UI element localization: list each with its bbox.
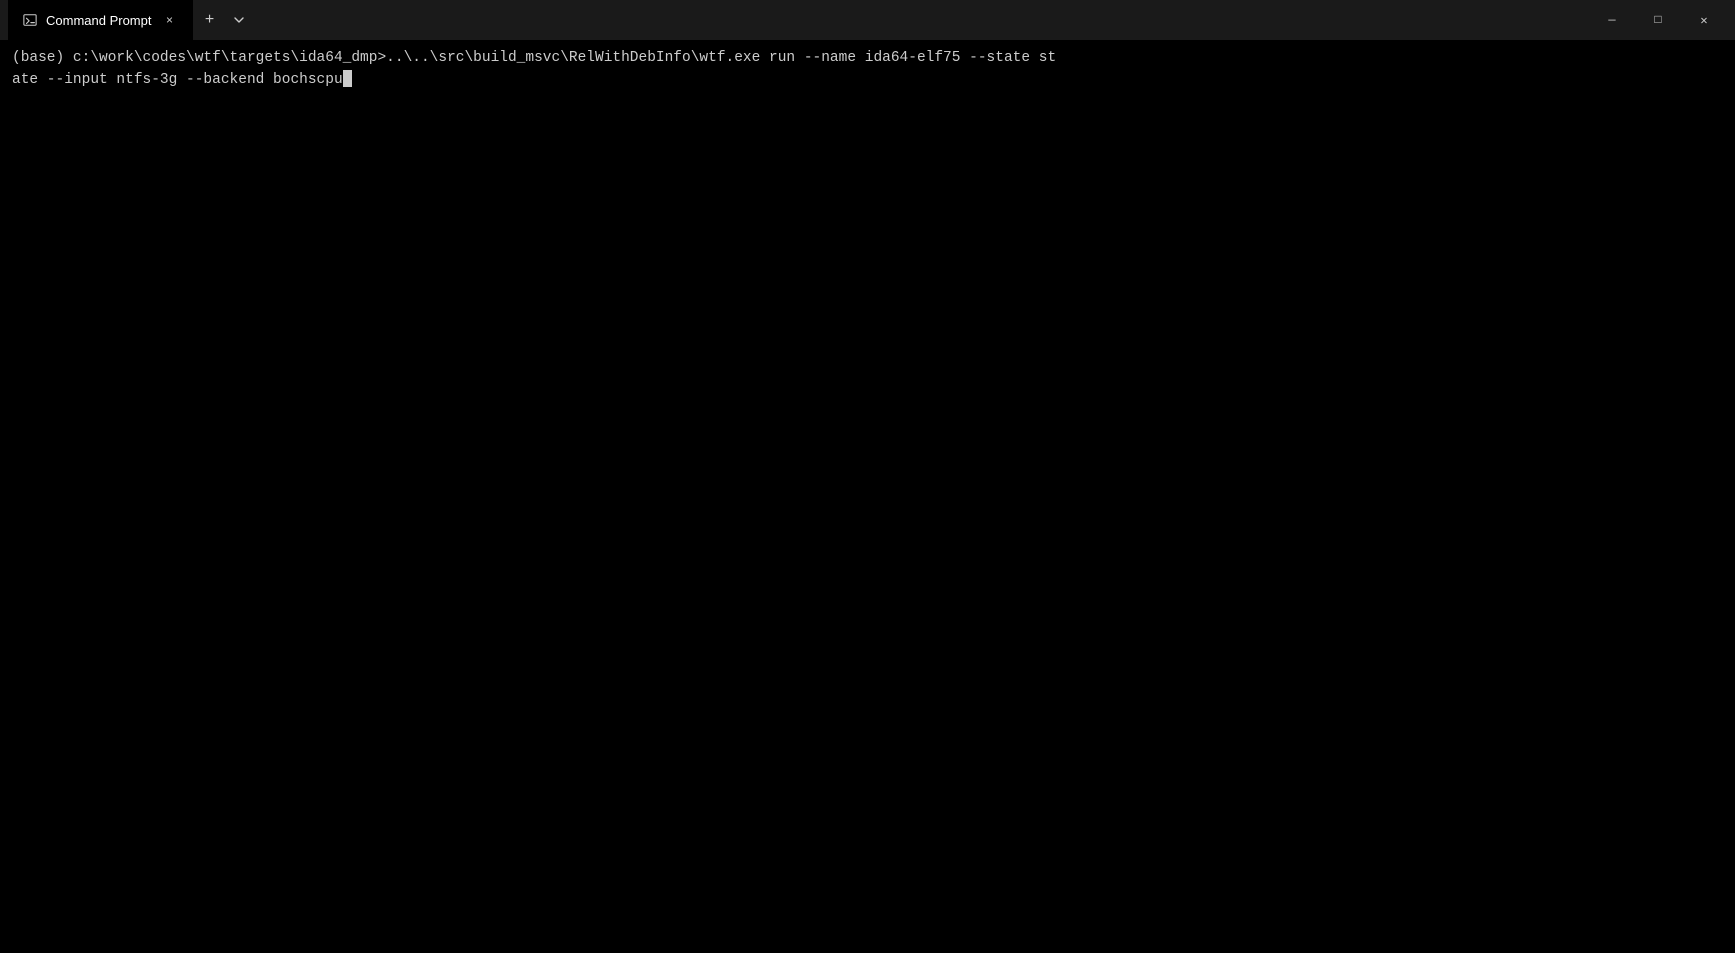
cursor bbox=[343, 70, 352, 87]
tab-area: Command Prompt × + bbox=[8, 0, 1581, 40]
window-controls: — □ ✕ bbox=[1589, 0, 1727, 40]
new-tab-button[interactable]: + bbox=[193, 4, 225, 36]
close-tab-button[interactable]: × bbox=[159, 10, 179, 30]
active-tab[interactable]: Command Prompt × bbox=[8, 0, 193, 40]
command-line-2: ate --input ntfs-3g --backend bochscpu bbox=[12, 70, 1723, 92]
command-line-1: (base) c:\work\codes\wtf\targets\ida64_d… bbox=[12, 48, 1723, 70]
terminal-icon bbox=[22, 12, 38, 28]
title-bar: Command Prompt × + — □ ✕ bbox=[0, 0, 1735, 40]
maximize-button[interactable]: □ bbox=[1635, 0, 1681, 40]
close-window-button[interactable]: ✕ bbox=[1681, 0, 1727, 40]
tab-title: Command Prompt bbox=[46, 13, 151, 28]
minimize-button[interactable]: — bbox=[1589, 0, 1635, 40]
dropdown-button[interactable] bbox=[225, 6, 253, 34]
terminal-body[interactable]: (base) c:\work\codes\wtf\targets\ida64_d… bbox=[0, 40, 1735, 953]
